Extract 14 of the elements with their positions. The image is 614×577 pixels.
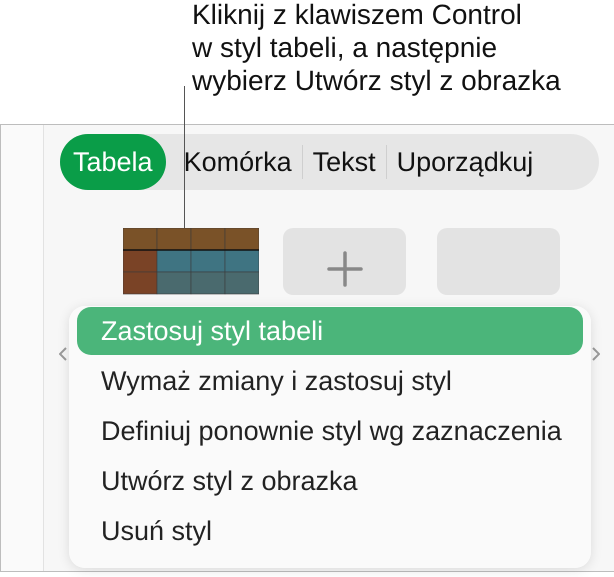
tab[interactable]: Tabela	[60, 134, 166, 190]
menu-item[interactable]: Definiuj ponownie styl wg zaznaczenia	[77, 406, 583, 456]
menu-item[interactable]: Utwórz styl z obrazka	[77, 456, 583, 506]
chevron-right-icon[interactable]	[592, 347, 600, 361]
add-style-button[interactable]	[283, 228, 406, 295]
plus-icon	[324, 249, 364, 289]
chevron-left-icon[interactable]	[59, 347, 67, 361]
table-style-thumbnail[interactable]	[123, 228, 259, 295]
tab[interactable]: Tekst	[302, 134, 386, 190]
menu-item[interactable]: Wymaż zmiany i zastosuj styl	[77, 356, 583, 406]
menu-item[interactable]: Usuń styl	[77, 506, 583, 556]
tab[interactable]: Komórka	[174, 134, 302, 190]
tab[interactable]: Uporządkuj	[386, 134, 544, 190]
callout-text: Kliknij z klawiszem Control w styl tabeli, a następnie wybierz Utwórz styl z obrazka	[192, 0, 561, 97]
